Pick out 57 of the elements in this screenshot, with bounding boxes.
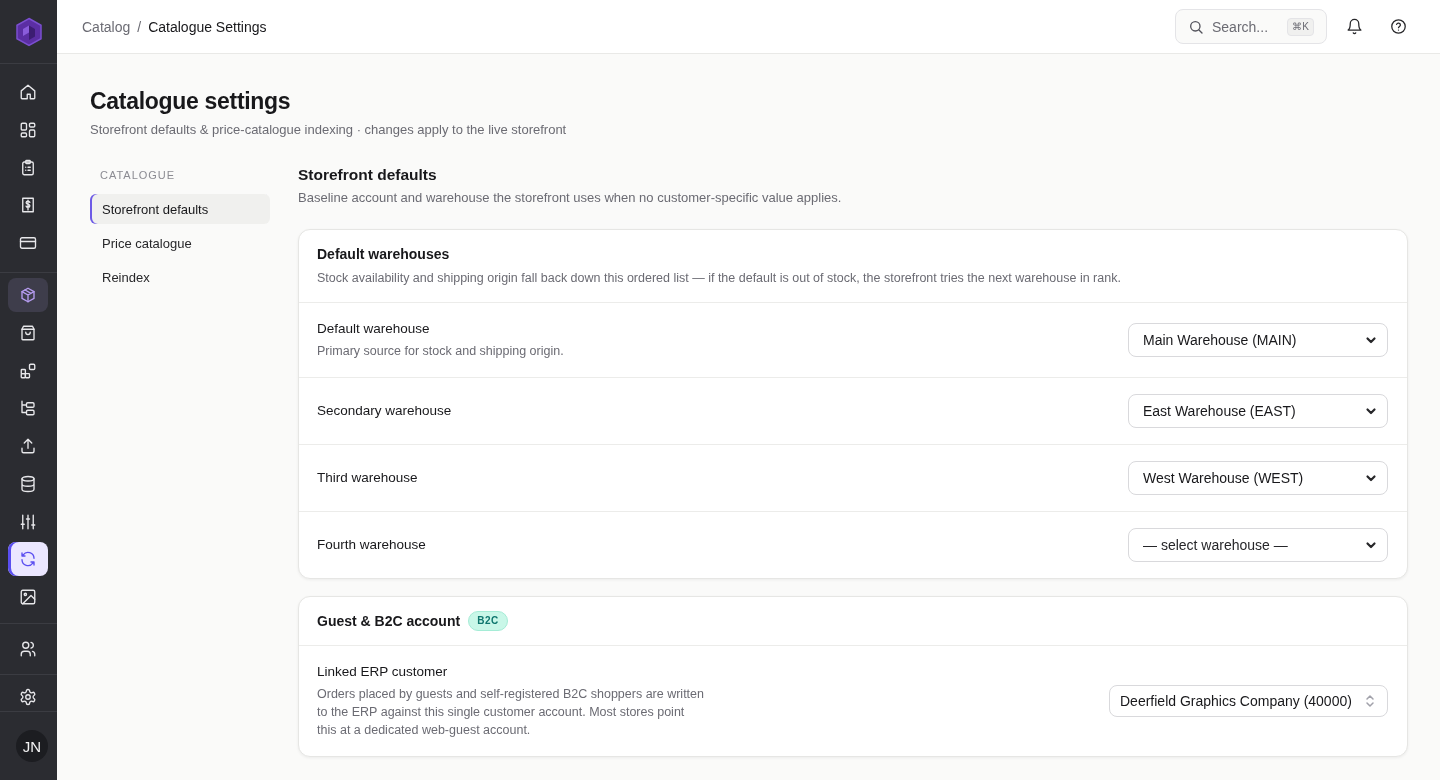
credit-card-icon bbox=[19, 234, 37, 252]
account-type-tag: B2C bbox=[468, 611, 508, 631]
select-field[interactable]: West Warehouse (WEST) bbox=[1128, 461, 1388, 495]
tree-icon bbox=[19, 399, 37, 418]
card-title: Guest & B2C account bbox=[317, 612, 461, 630]
up-down-chevron-icon bbox=[1365, 694, 1375, 708]
breadcrumb-separator: / bbox=[137, 18, 142, 35]
setting-description: Orders placed by guests and self-registered B2C shoppers are written to the ERP against this single customer account. Most stores point this at a dedicated web-guest account. bbox=[317, 686, 705, 739]
sliders-icon bbox=[19, 512, 37, 531]
select-field[interactable]: Main Warehouse (MAIN) bbox=[1128, 323, 1388, 357]
chevron-down-icon bbox=[1365, 539, 1377, 551]
bell-icon bbox=[1345, 18, 1363, 35]
chevron-down-icon bbox=[1365, 405, 1377, 417]
rail-nav-button[interactable] bbox=[8, 542, 48, 577]
card-title: Default warehouses bbox=[317, 245, 450, 263]
rail-nav-button[interactable] bbox=[8, 278, 48, 312]
subnav-heading: CATALOGUE bbox=[99, 168, 177, 183]
shopping-bag-icon bbox=[19, 323, 37, 342]
shortcut-key-label: ⌘K bbox=[1287, 17, 1314, 36]
logo-icon bbox=[14, 16, 43, 47]
user-avatar[interactable]: JN bbox=[16, 730, 48, 762]
settings-icon bbox=[19, 688, 37, 706]
setting-label: Linked ERP customer bbox=[317, 663, 449, 681]
setting-label: Fourth warehouse bbox=[317, 536, 426, 554]
image-icon bbox=[19, 588, 37, 606]
clipboard-icon bbox=[19, 158, 37, 177]
blocks-icon bbox=[19, 361, 37, 380]
setting-label: Secondary warehouse bbox=[317, 402, 452, 420]
setting-label: Default warehouse bbox=[317, 320, 431, 338]
refresh-icon bbox=[19, 550, 37, 569]
subnav-item[interactable]: Reindex bbox=[90, 262, 270, 292]
upload-icon bbox=[19, 437, 37, 455]
breadcrumb-current: Catalogue Settings bbox=[148, 18, 267, 35]
search-icon bbox=[1188, 18, 1204, 35]
users-icon bbox=[19, 640, 37, 658]
database-icon bbox=[19, 474, 37, 493]
setting-label: Third warehouse bbox=[317, 469, 418, 487]
search-field[interactable]: Search... ⌘K bbox=[1175, 9, 1327, 44]
card-description: Stock availability and shipping origin fall back down this ordered list — if the default is out of stock, the storefront tries the next warehouse in rank. bbox=[317, 270, 1122, 286]
dashboard-icon bbox=[19, 120, 37, 139]
receipt-dollar-icon bbox=[19, 196, 37, 215]
chevron-down-icon bbox=[1365, 472, 1377, 484]
section-description: Baseline account and warehouse the storefront uses when no customer-specific value applies. bbox=[298, 190, 843, 206]
home-icon bbox=[19, 83, 37, 101]
breadcrumb-link[interactable]: Catalog bbox=[82, 18, 131, 35]
chevron-down-icon bbox=[1365, 334, 1377, 346]
select-field[interactable]: East Warehouse (EAST) bbox=[1128, 394, 1388, 428]
page-subtitle: Storefront defaults & price-catalogue indexing · changes apply to the live storefront bbox=[90, 122, 568, 138]
combobox-field[interactable]: Deerfield Graphics Company (40000) bbox=[1109, 685, 1388, 717]
help-icon bbox=[1389, 18, 1407, 35]
select-field[interactable]: — select warehouse — bbox=[1128, 528, 1388, 562]
setting-description: Primary source for stock and shipping origin. bbox=[317, 343, 564, 360]
page-title: Catalogue settings bbox=[90, 87, 292, 116]
subnav-item[interactable]: Price catalogue bbox=[90, 228, 270, 258]
section-title: Storefront defaults bbox=[298, 165, 438, 185]
subnav-item[interactable]: Storefront defaults bbox=[90, 194, 270, 224]
cube-icon bbox=[19, 286, 37, 304]
